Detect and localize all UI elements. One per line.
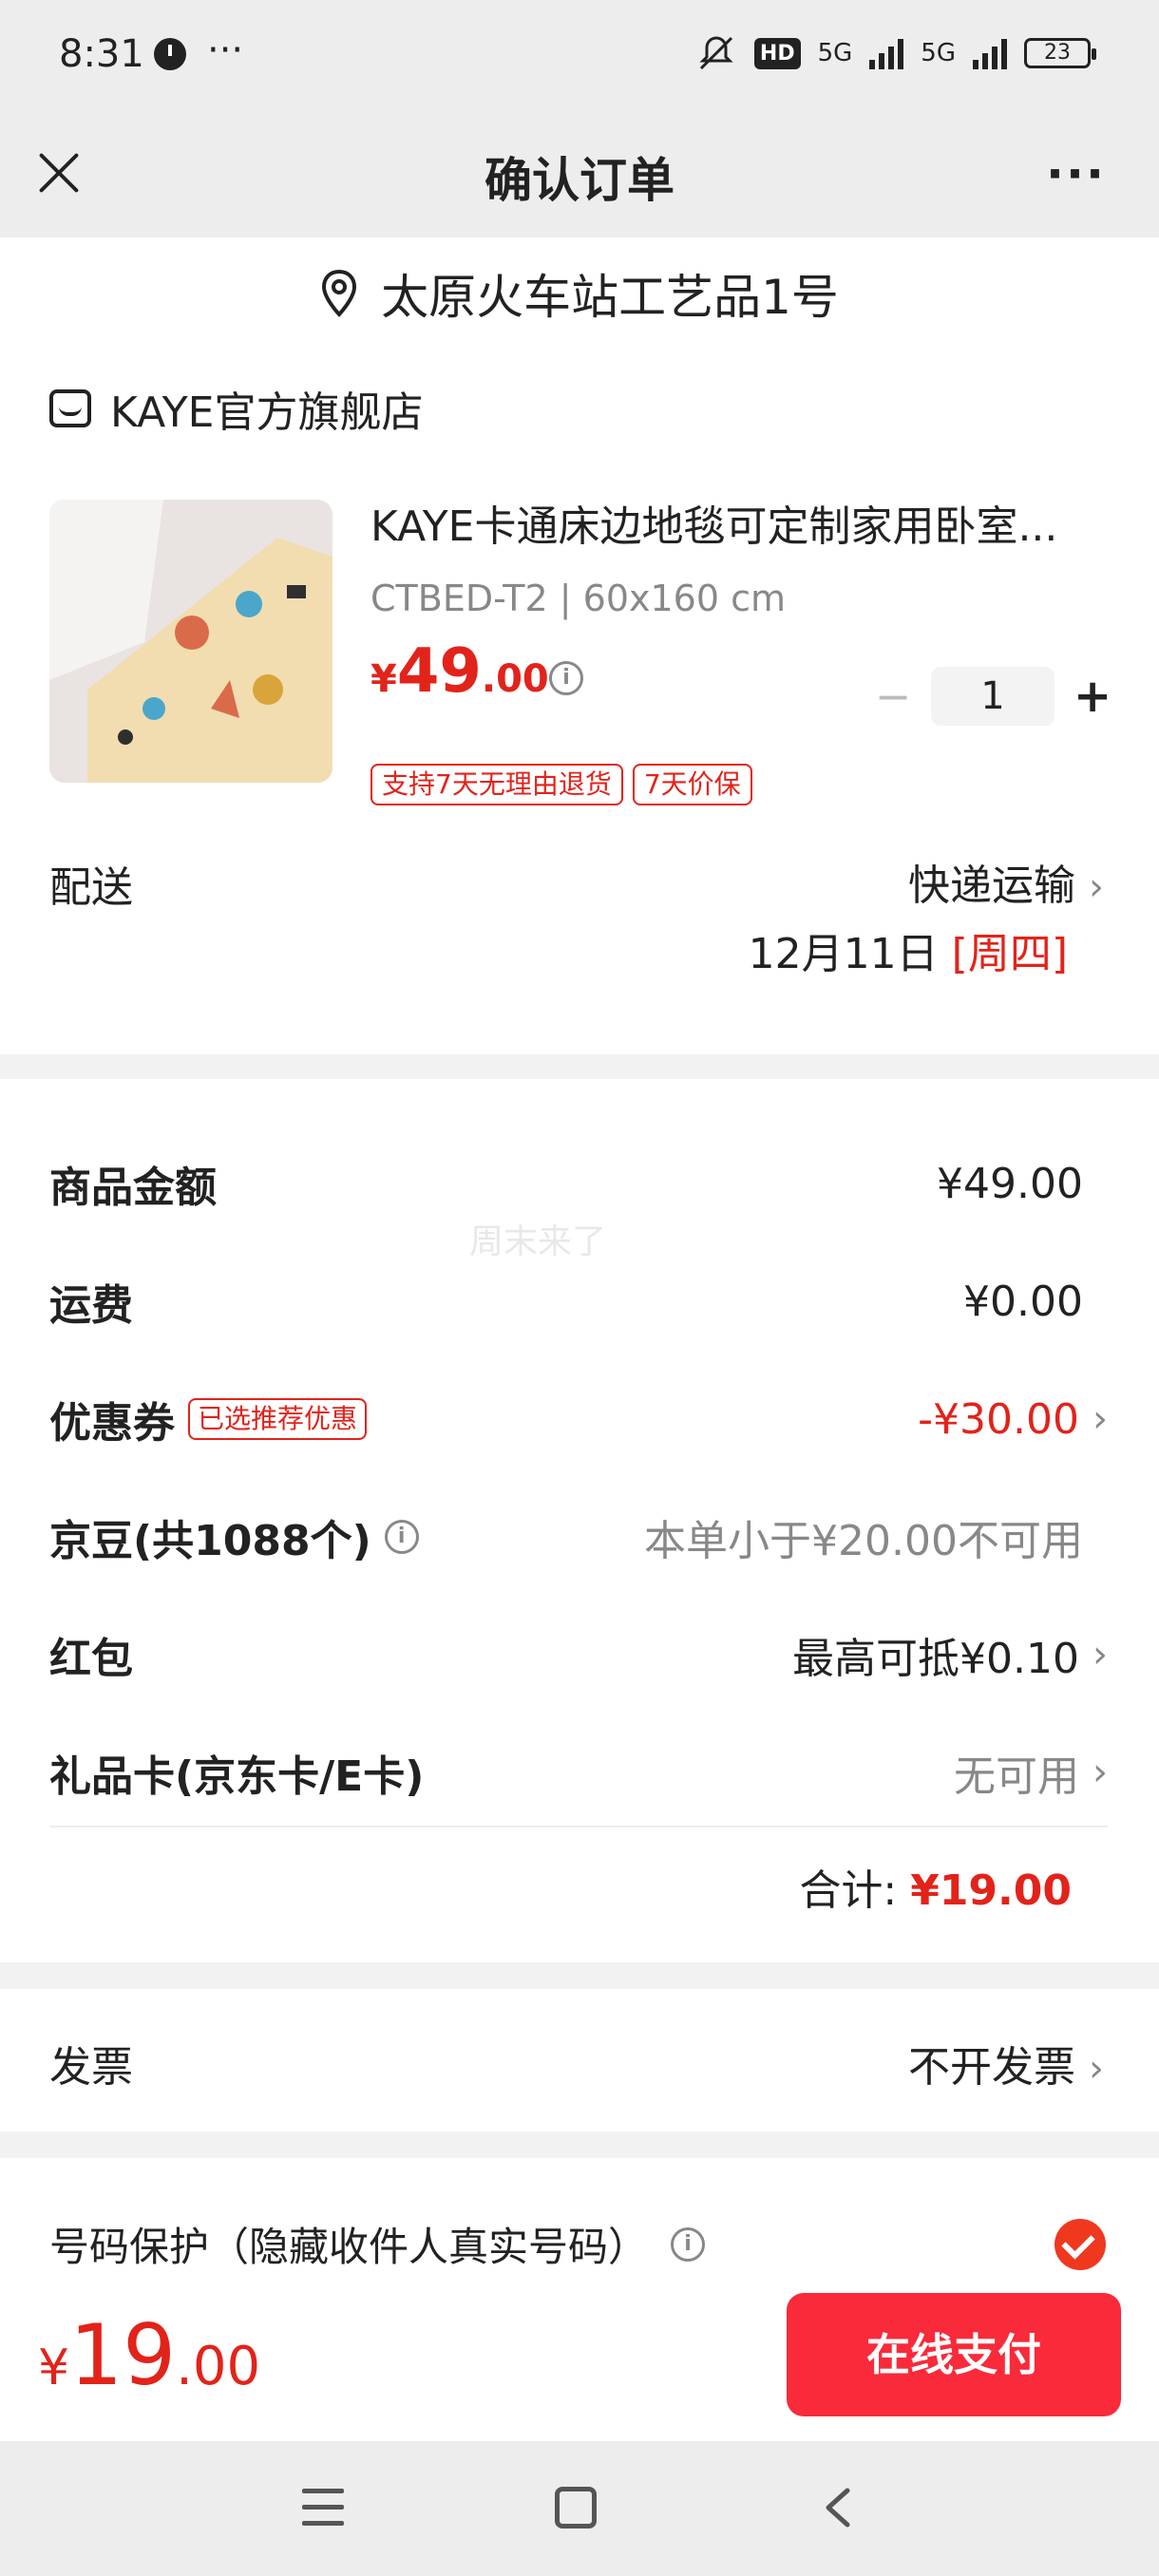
- coupon-value: -¥30.00: [918, 1394, 1079, 1444]
- watermark-text: 周末来了: [469, 1222, 607, 1261]
- shop-icon: [49, 389, 91, 427]
- total-row: 合计: ¥19.00: [799, 1856, 1072, 1917]
- decrease-button[interactable]: −: [874, 671, 912, 722]
- total-value: ¥19.00: [910, 1866, 1072, 1915]
- service-tags: 支持7天无理由退货 7天价保: [370, 764, 752, 805]
- product-image[interactable]: [49, 500, 332, 783]
- red-packet-value: 最高可抵¥0.10: [792, 1635, 1079, 1683]
- total-label: 合计:: [799, 1866, 898, 1915]
- delivery-date-text: 12月11日: [748, 930, 939, 978]
- gift-card-label: 礼品卡(京东卡/E卡): [49, 1752, 425, 1801]
- location-pin-icon: [322, 269, 357, 317]
- shipping-label: 运费: [49, 1281, 133, 1330]
- status-dots: ···: [207, 28, 244, 72]
- gift-card-value-group: 无可用 ›: [954, 1742, 1108, 1803]
- quantity-value[interactable]: 1: [931, 667, 1054, 726]
- footer-price-decimal: .00: [176, 2336, 261, 2397]
- delivery-method[interactable]: 快递运输 ›: [908, 851, 1104, 912]
- product-price: ¥49.00: [370, 636, 549, 707]
- pay-online-button[interactable]: 在线支付: [787, 2293, 1121, 2416]
- price-decimal: .00: [481, 657, 549, 701]
- shop-row[interactable]: KAYE官方旗舰店: [49, 378, 423, 439]
- status-bar: 8:31 ··· HD 5G 5G 23: [0, 0, 1159, 114]
- return-policy-tag: 支持7天无理由退货: [370, 764, 623, 805]
- signal-icon-1: [869, 37, 904, 69]
- battery-icon: 23: [1024, 38, 1096, 68]
- mute-icon: [699, 36, 733, 70]
- jd-beans-label: 京豆(共1088个): [49, 1517, 371, 1565]
- number-protection-checkbox[interactable]: [1054, 2219, 1106, 2270]
- footer-total-price: ¥19.00: [38, 2306, 260, 2404]
- delivery-weekday: [周四]: [951, 930, 1068, 978]
- order-item-card: KAYE官方旗舰店 KAYE卡通床边地毯可定制家用卧室... CTBED-T2 …: [0, 350, 1159, 1054]
- gift-card-row[interactable]: 礼品卡(京东卡/E卡) 无可用 ›: [49, 1734, 1108, 1810]
- beans-info-icon[interactable]: i: [384, 1520, 419, 1554]
- page-title: 确认订单: [484, 153, 674, 208]
- jd-beans-label-group: 京豆(共1088个) i: [49, 1506, 419, 1567]
- status-icons: HD 5G 5G 23: [695, 34, 1096, 72]
- goods-amount-label: 商品金额: [49, 1164, 217, 1212]
- coupon-label-group: 优惠券 已选推荐优惠: [49, 1389, 368, 1449]
- coupon-tag: 已选推荐优惠: [188, 1398, 368, 1440]
- price-integer: 49: [396, 636, 482, 707]
- price-currency: ¥: [370, 657, 397, 701]
- delivery-label: 配送: [49, 863, 133, 912]
- nav-bar: 确认订单 ···: [0, 114, 1159, 237]
- recent-apps-icon[interactable]: [302, 2489, 344, 2527]
- chevron-right-icon: ›: [1089, 2047, 1104, 2091]
- chevron-right-icon: ›: [1092, 1397, 1108, 1441]
- system-nav-bar: [0, 2441, 1159, 2576]
- protection-info-icon[interactable]: i: [671, 2226, 706, 2262]
- jd-beans-value: 本单小于¥20.00不可用: [644, 1517, 1083, 1565]
- signal-icon-2: [973, 37, 1007, 69]
- chevron-right-icon: ›: [1089, 865, 1104, 909]
- quantity-stepper: − 1 +: [874, 667, 1112, 726]
- chevron-right-icon: ›: [1092, 1633, 1108, 1676]
- jd-beans-row: 京豆(共1088个) i 本单小于¥20.00不可用: [49, 1499, 1108, 1575]
- goods-amount-row: 商品金额 ¥49.00: [49, 1146, 1108, 1222]
- red-packet-row[interactable]: 红包 最高可抵¥0.10 ›: [49, 1617, 1108, 1693]
- footer-price-integer: 19: [69, 2306, 177, 2404]
- summary-divider: [49, 1826, 1108, 1828]
- home-icon[interactable]: [555, 2487, 597, 2529]
- red-packet-value-group: 最高可抵¥0.10 ›: [792, 1624, 1108, 1685]
- red-packet-label: 红包: [49, 1635, 133, 1683]
- shop-name: KAYE官方旗舰店: [110, 388, 424, 437]
- hd-badge: HD: [753, 37, 801, 69]
- coupon-label: 优惠券: [49, 1399, 175, 1448]
- delivery-method-text: 快递运输: [908, 862, 1075, 910]
- coupon-value-group: -¥30.00 ›: [918, 1395, 1108, 1444]
- invoice-card[interactable]: 发票 不开发票 ›: [0, 1989, 1159, 2131]
- price-info-icon[interactable]: i: [549, 661, 583, 695]
- invoice-label: 发票: [49, 2043, 133, 2092]
- more-icon[interactable]: ···: [1046, 146, 1106, 201]
- product-title[interactable]: KAYE卡通床边地毯可定制家用卧室...: [370, 492, 1092, 553]
- invoice-value-group: 不开发票 ›: [908, 2033, 1104, 2093]
- coupon-row[interactable]: 优惠券 已选推荐优惠 -¥30.00 ›: [49, 1381, 1108, 1457]
- address-bar[interactable]: 太原火车站工艺品1号: [0, 237, 1159, 350]
- price-protection-tag: 7天价保: [632, 764, 752, 805]
- number-protection-row: 号码保护（隐藏收件人真实号码） i: [49, 2215, 706, 2273]
- invoice-value: 不开发票: [908, 2043, 1075, 2092]
- number-protection-label: 号码保护（隐藏收件人真实号码）: [49, 2224, 649, 2270]
- product-spec: CTBED-T2 | 60x160 cm: [370, 578, 787, 619]
- price-summary-card: 商品金额 ¥49.00 运费 ¥0.00 优惠券 已选推荐优惠 -¥30.00 …: [0, 1079, 1159, 1962]
- clock-icon: [154, 38, 186, 70]
- shipping-value: ¥0.00: [963, 1277, 1083, 1326]
- network-label-2: 5G: [921, 39, 956, 67]
- footer-price-currency: ¥: [38, 2339, 70, 2396]
- network-label-1: 5G: [817, 39, 853, 67]
- goods-amount-value: ¥49.00: [937, 1159, 1083, 1208]
- chevron-right-icon: ›: [1092, 1751, 1108, 1794]
- address-text: 太原火车站工艺品1号: [381, 270, 839, 325]
- back-icon[interactable]: [821, 2487, 855, 2529]
- rug-illustration: [49, 500, 332, 783]
- shipping-row: 运费 ¥0.00: [49, 1263, 1108, 1339]
- increase-button[interactable]: +: [1074, 670, 1112, 723]
- gift-card-value: 无可用: [954, 1752, 1079, 1801]
- status-time: 8:31: [59, 32, 144, 76]
- delivery-date[interactable]: 12月11日 [周四]: [749, 919, 1068, 980]
